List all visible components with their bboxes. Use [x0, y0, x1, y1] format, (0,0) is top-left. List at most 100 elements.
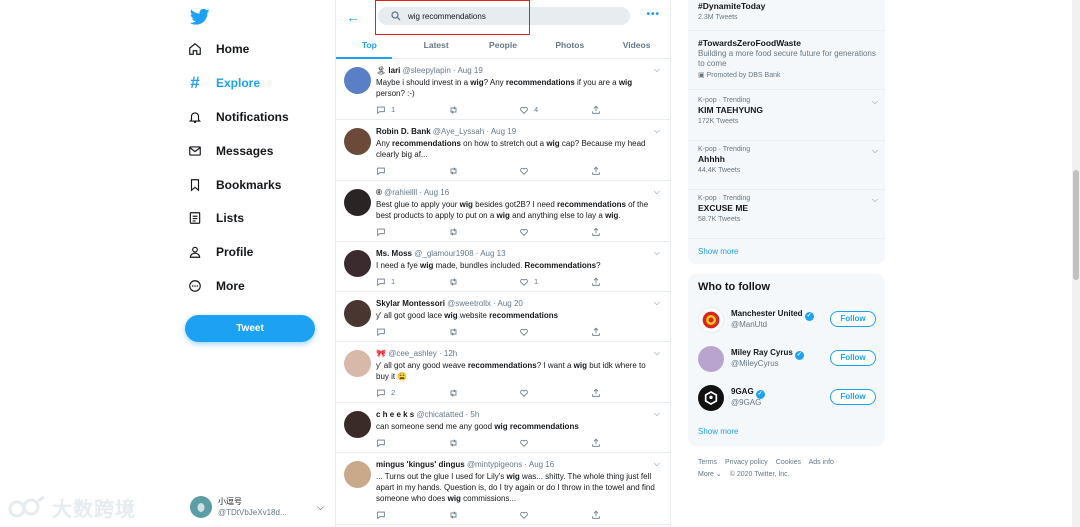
share-button[interactable] [591, 510, 663, 520]
avatar[interactable] [344, 300, 371, 327]
tweet[interactable]: Skylar Montessori @sweetrollx · Aug 20 ⌵ y… [336, 292, 670, 342]
tweet-date[interactable]: Aug 13 [480, 249, 505, 258]
share-button[interactable] [591, 277, 663, 287]
tweet-date[interactable]: 12h [444, 349, 457, 358]
chevron-down-icon[interactable]: ⌵ [654, 409, 660, 419]
trend-item[interactable]: K-pop · Trending Ahhhh 44.4K Tweets ⌵ [698, 146, 878, 174]
page-scrollbar[interactable] [1072, 0, 1080, 527]
tweet-date[interactable]: Aug 19 [457, 66, 482, 75]
follow-suggestion[interactable]: Manchester United ✓ @ManUtd Follow [698, 307, 878, 335]
tweet[interactable]: Ms. Moss @_glamour1908 · Aug 13 ⌵ I need a… [336, 242, 670, 292]
tweet-author-handle[interactable]: @sweetrollx [447, 299, 491, 308]
nav-item-more[interactable]: More [186, 271, 245, 301]
avatar[interactable] [344, 189, 371, 216]
follow-suggestion[interactable]: Miley Ray Cyrus ✓ @MileyCyrus Follow [698, 346, 878, 374]
retweet-button[interactable] [448, 438, 520, 448]
account-switcher[interactable]: 小逗号 @TDtVbJeXv18d... ⌵ [190, 493, 330, 521]
tweet-author-handle[interactable]: @chicatatted [416, 410, 463, 419]
like-button[interactable] [519, 227, 591, 237]
tweet-author-name[interactable]: Skylar Montessori [376, 299, 445, 308]
tweet[interactable]: 🎀 @cee_ashley · 12h ⌵ y' all got any good … [336, 342, 670, 403]
reply-button[interactable]: 2 [376, 388, 448, 398]
tweet-author-handle[interactable]: @sleepylapin [403, 66, 451, 75]
nav-item-home[interactable]: Home [186, 34, 249, 64]
nav-item-bookmarks[interactable]: Bookmarks [186, 170, 281, 200]
chevron-down-icon[interactable]: ⌵ [654, 248, 660, 258]
chevron-down-icon[interactable]: ⌵ [654, 348, 660, 358]
tweet[interactable]: c h e e k s @chicatatted · 5h ⌵ can someon… [336, 403, 670, 453]
trend-item[interactable]: K-pop · Trending EXCUSE ME 58.7K Tweets … [698, 195, 878, 223]
tab-latest[interactable]: Latest [403, 34, 470, 58]
trend-item[interactable]: K-pop · Trending KIM TAEHYUNG 172K Tweet… [698, 97, 878, 125]
tweet-author-name[interactable]: lari [388, 66, 400, 75]
follow-button[interactable]: Follow [830, 311, 876, 327]
reply-button[interactable]: 1 [376, 105, 448, 115]
nav-item-profile[interactable]: Profile [186, 237, 253, 267]
chevron-down-icon[interactable]: ⌵ [872, 195, 878, 205]
like-button[interactable] [519, 510, 591, 520]
tweet-date[interactable]: Aug 20 [498, 299, 523, 308]
twitter-logo-icon[interactable] [190, 8, 210, 26]
like-button[interactable] [519, 388, 591, 398]
footer-link-privacy[interactable]: Privacy policy [725, 459, 768, 466]
retweet-button[interactable] [448, 388, 520, 398]
tab-people[interactable]: People [470, 34, 537, 58]
share-button[interactable] [591, 388, 663, 398]
tab-videos[interactable]: Videos [603, 34, 670, 58]
chevron-down-icon[interactable]: ⌵ [654, 126, 660, 136]
like-button[interactable]: 1 [519, 277, 591, 287]
share-button[interactable] [591, 438, 663, 448]
reply-button[interactable] [376, 510, 448, 520]
tab-photos[interactable]: Photos [536, 34, 603, 58]
tweet[interactable]: 🏝 lari @sleepylapin · Aug 19 ⌵ Maybe i sho… [336, 59, 670, 120]
chevron-down-icon[interactable]: ⌵ [654, 298, 660, 308]
nav-item-lists[interactable]: Lists [186, 203, 244, 233]
trend-item-promoted[interactable]: #TowardsZeroFoodWaste Building a more fo… [698, 37, 878, 79]
footer-link-ads-info[interactable]: Ads info [809, 459, 834, 466]
tweet-author-name[interactable]: Ms. Moss [376, 249, 412, 258]
tweet-date[interactable]: Aug 19 [491, 127, 516, 136]
share-button[interactable] [591, 327, 663, 337]
tweet-author-name[interactable]: mingus 'kingus' dingus [376, 460, 465, 469]
like-button[interactable] [519, 327, 591, 337]
tweet[interactable]: mingus 'kingus' dingus @mintypigeons · A… [336, 453, 670, 525]
retweet-button[interactable] [448, 105, 520, 115]
chevron-down-icon[interactable]: ⌵ [872, 97, 878, 107]
reply-button[interactable] [376, 227, 448, 237]
tweet-author-name[interactable]: ® [376, 188, 382, 197]
tweet-author-handle[interactable]: @cee_ashley [388, 349, 437, 358]
tweet-author-handle[interactable]: @Aye_Lyssah [433, 127, 484, 136]
footer-link-cookies[interactable]: Cookies [776, 459, 801, 466]
nav-item-messages[interactable]: Messages [186, 136, 273, 166]
tweet[interactable]: ® @rahiellll · Aug 16 ⌵ Best glue to apply… [336, 181, 670, 242]
footer-link-terms[interactable]: Terms [698, 459, 717, 466]
chevron-down-icon[interactable]: ⌵ [654, 459, 660, 469]
back-arrow-icon[interactable]: ← [346, 9, 360, 25]
like-button[interactable] [519, 166, 591, 176]
nav-item-explore[interactable]: # Explore [186, 68, 260, 98]
tweet-button[interactable]: Tweet [185, 315, 315, 342]
share-button[interactable] [591, 227, 663, 237]
tweet-author-name[interactable]: Robin D. Bank [376, 127, 431, 136]
tab-top[interactable]: Top [336, 34, 403, 58]
footer-more-link[interactable]: More ⌄ [698, 471, 722, 478]
retweet-button[interactable] [448, 277, 520, 287]
reply-button[interactable] [376, 327, 448, 337]
avatar[interactable] [344, 67, 371, 94]
like-button[interactable]: 4 [519, 105, 591, 115]
tweet-author-handle[interactable]: @rahiellll [384, 188, 417, 197]
chevron-down-icon[interactable]: ⌵ [654, 65, 660, 75]
tweet-date[interactable]: 5h [470, 410, 479, 419]
avatar[interactable] [344, 250, 371, 277]
tweet[interactable]: Robin D. Bank @Aye_Lyssah · Aug 19 ⌵ Any r… [336, 120, 670, 181]
tweet-date[interactable]: Aug 16 [529, 460, 554, 469]
tweet-author-handle[interactable]: @_glamour1908 [414, 249, 473, 258]
retweet-button[interactable] [448, 327, 520, 337]
retweet-button[interactable] [448, 166, 520, 176]
reply-button[interactable] [376, 166, 448, 176]
scrollbar-thumb[interactable] [1073, 170, 1079, 280]
nav-item-notifications[interactable]: Notifications [186, 102, 289, 132]
tweet-author-name[interactable]: c h e e k s [376, 410, 414, 419]
more-options-icon[interactable]: ••• [646, 9, 660, 20]
follow-button[interactable]: Follow [830, 389, 876, 405]
